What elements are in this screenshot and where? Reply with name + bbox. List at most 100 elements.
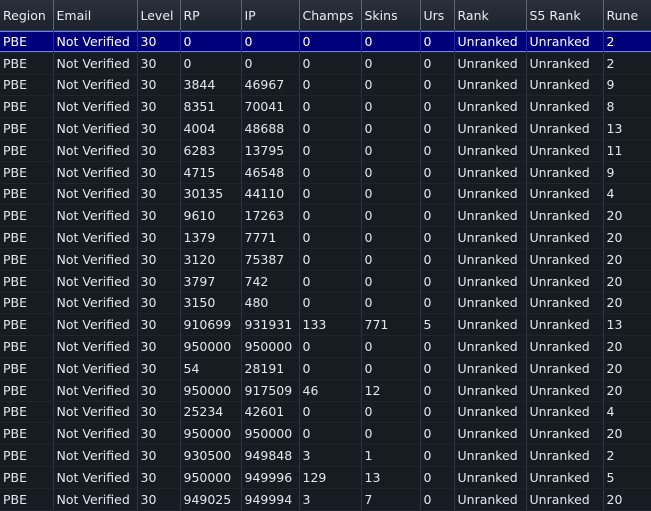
table-row[interactable]: PBE Not Verified 30 9610 17263 0 0 0 Unranked Unr… [0,204,651,228]
cell-email: Not Verified [53,74,138,97]
column-header-champs[interactable]: Champs [299,0,362,31]
cell-rp: 30135 [180,183,242,206]
cell-s5-rank: Unranked [526,401,604,424]
cell-champs: 0 [299,270,362,293]
table-row[interactable]: PBE Not Verified 30 950000 950000 0 0 0 Unranked… [0,335,651,358]
cell-level: 30 [137,313,181,337]
column-header-region[interactable]: Region [0,0,54,31]
table-row[interactable]: PBE Not Verified 30 950000 917509 46 12 0 Unrank… [0,379,651,402]
cell-region: PBE [0,357,54,380]
cell-email: Not Verified [53,95,138,119]
cell-rp: 949025 [180,488,242,511]
cell-urs: 5 [420,313,455,337]
cell-ip: 950000 [241,335,300,358]
cell-champs: 0 [299,161,362,184]
cell-level: 30 [137,74,181,97]
cell-ip: 949996 [241,466,300,489]
cell-region: PBE [0,466,54,489]
cell-rp: 0 [180,52,242,75]
cell-ip: 0 [241,52,300,75]
cell-skins: 0 [361,95,421,119]
cell-email: Not Verified [53,183,138,206]
cell-email: Not Verified [53,444,138,467]
cell-urs: 0 [420,183,455,206]
cell-skins: 0 [361,117,421,140]
table-row[interactable]: PBE Not Verified 30 930500 949848 3 1 0 Unranked… [0,444,651,467]
column-header-rank[interactable]: Rank [454,0,527,31]
cell-ip: 13795 [241,139,300,162]
table-row[interactable]: PBE Not Verified 30 3150 480 0 0 0 Unranked Unran… [0,292,651,315]
table-row[interactable]: PBE Not Verified 30 949025 949994 3 7 0 Unranked… [0,488,651,511]
cell-skins: 0 [361,248,421,271]
cell-skins: 0 [361,292,421,315]
cell-region: PBE [0,226,54,249]
table-row[interactable]: PBE Not Verified 30 30135 44110 0 0 0 Unranked Un… [0,183,651,206]
table-row[interactable]: PBE Not Verified 30 6283 13795 0 0 0 Unranked Unr… [0,139,651,162]
cell-s5-rank: Unranked [526,313,604,337]
cell-urs: 0 [420,335,455,358]
cell-email: Not Verified [53,335,138,358]
cell-level: 30 [137,204,181,228]
table-row[interactable]: PBE Not Verified 30 3797 742 0 0 0 Unranked Unran… [0,270,651,293]
cell-skins: 0 [361,270,421,293]
cell-champs: 0 [299,357,362,380]
table-row[interactable]: PBE Not Verified 30 4004 48688 0 0 0 Unranked Unr… [0,117,651,140]
cell-rp: 950000 [180,422,242,446]
cell-ip: 950000 [241,422,300,446]
table-row[interactable]: PBE Not Verified 30 950000 949996 129 13 0 Unran… [0,466,651,489]
cell-ip: 46548 [241,161,300,184]
cell-email: Not Verified [53,226,138,249]
column-header-skins[interactable]: Skins [361,0,421,31]
table-row[interactable]: PBE Not Verified 30 8351 70041 0 0 0 Unranked Unr… [0,95,651,119]
cell-region: PBE [0,422,54,446]
cell-ip: 7771 [241,226,300,249]
cell-region: PBE [0,270,54,293]
cell-s5-rank: Unranked [526,226,604,249]
cell-ip: 75387 [241,248,300,271]
table-row[interactable]: PBE Not Verified 30 1379 7771 0 0 0 Unranked Unra… [0,226,651,249]
cell-rp: 4004 [180,117,242,140]
column-header-email[interactable]: Email [53,0,138,31]
column-header-rp[interactable]: RP [180,0,242,31]
cell-s5-rank: Unranked [526,422,604,446]
cell-rp: 25234 [180,401,242,424]
column-header-s5-rank[interactable]: S5 Rank [526,0,604,31]
table-row[interactable]: PBE Not Verified 30 54 28191 0 0 0 Unranked Unran… [0,357,651,380]
cell-region: PBE [0,292,54,315]
cell-region: PBE [0,444,54,467]
column-header-ip[interactable]: IP [241,0,300,31]
cell-skins: 7 [361,488,421,511]
column-header-urs[interactable]: Urs [420,0,455,31]
column-header-level[interactable]: Level [137,0,181,31]
cell-region: PBE [0,204,54,228]
table-row[interactable]: PBE Not Verified 30 3120 75387 0 0 0 Unranked Unr… [0,248,651,271]
cell-skins: 0 [361,183,421,206]
cell-level: 30 [137,444,181,467]
cell-skins: 0 [361,335,421,358]
cell-email: Not Verified [53,422,138,446]
cell-skins: 13 [361,466,421,489]
table-row[interactable]: PBE Not Verified 30 4715 46548 0 0 0 Unranked Unr… [0,161,651,184]
cell-s5-rank: Unranked [526,466,604,489]
cell-rp: 1379 [180,226,242,249]
cell-s5-rank: Unranked [526,95,604,119]
cell-ip: 949994 [241,488,300,511]
cell-email: Not Verified [53,248,138,271]
cell-level: 30 [137,117,181,140]
cell-email: Not Verified [53,292,138,315]
column-header-rune[interactable]: Rune [603,0,651,31]
table-row[interactable]: PBE Not Verified 30 910699 931931 133 771 5 Unra… [0,313,651,337]
cell-ip: 949848 [241,444,300,467]
cell-level: 30 [137,161,181,184]
cell-ip: 42601 [241,401,300,424]
cell-rank: Unranked [454,95,527,119]
table-row[interactable]: PBE Not Verified 30 25234 42601 0 0 0 Unranked Un… [0,401,651,424]
cell-urs: 0 [420,139,455,162]
table-row[interactable]: PBE Not Verified 30 0 0 0 0 0 Unranked Unranked 2 [0,30,651,53]
table-row[interactable]: PBE Not Verified 30 3844 46967 0 0 0 Unranked Unr… [0,74,651,97]
table-row[interactable]: PBE Not Verified 30 0 0 0 0 0 Unranked Unranked 2 [0,52,651,75]
cell-s5-rank: Unranked [526,183,604,206]
table-row[interactable]: PBE Not Verified 30 950000 950000 0 0 0 Unranked… [0,422,651,446]
cell-rune: 9 [603,74,651,97]
cell-ip: 17263 [241,204,300,228]
